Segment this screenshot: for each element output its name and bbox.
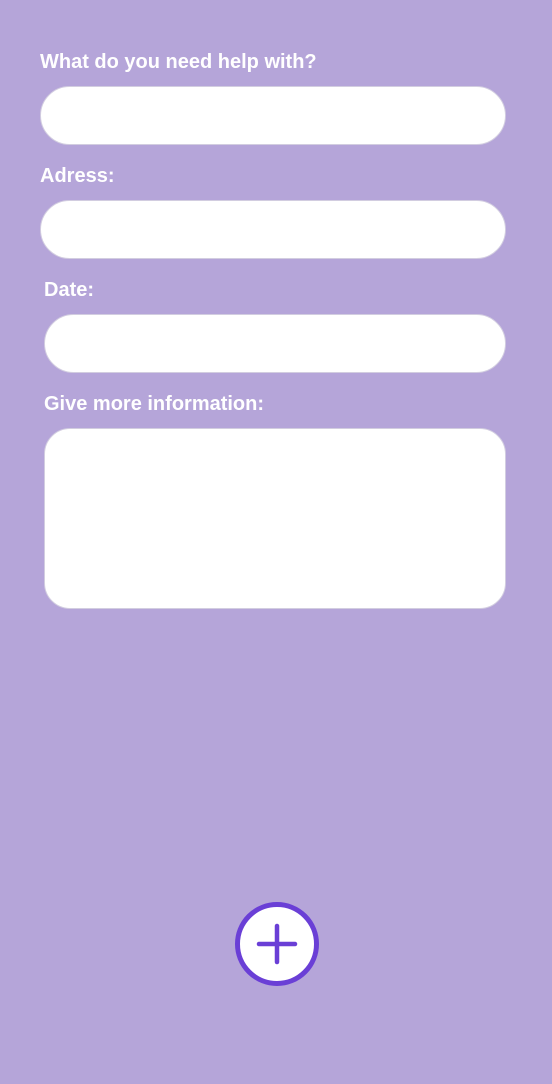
plus-icon	[255, 922, 299, 966]
address-input[interactable]	[40, 200, 506, 259]
date-label: Date:	[44, 279, 95, 301]
address-label: Adress:	[40, 165, 115, 187]
more-info-textarea[interactable]	[44, 428, 506, 609]
help-topic-input[interactable]	[40, 86, 506, 145]
help-topic-label: What do you need help with?	[40, 51, 317, 73]
more-info-label: Give more information:	[44, 393, 265, 415]
date-input[interactable]	[44, 314, 506, 373]
add-button[interactable]	[235, 902, 319, 986]
